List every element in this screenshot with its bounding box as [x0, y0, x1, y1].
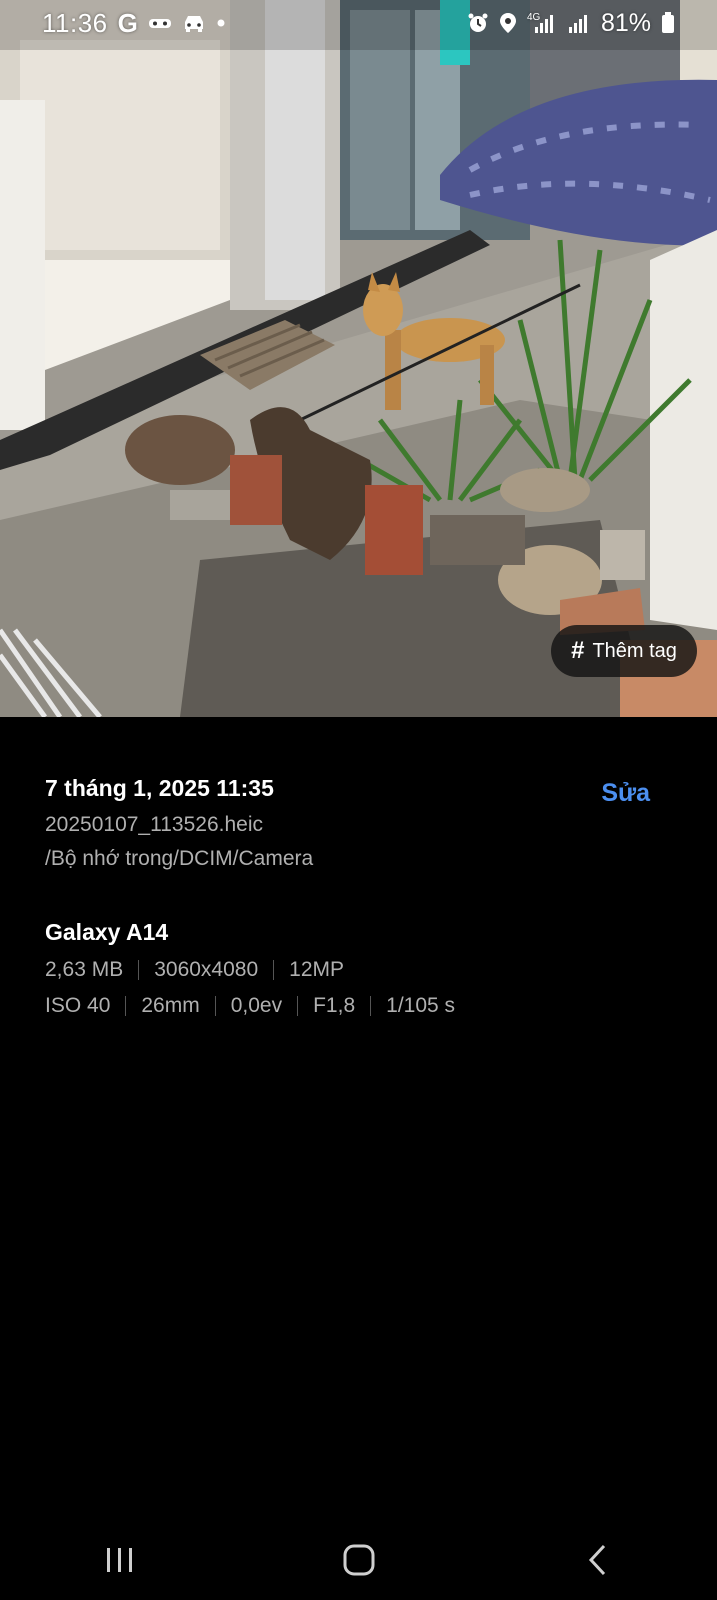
battery-level: 81% — [600, 8, 651, 37]
aperture: F1,8 — [313, 994, 356, 1017]
back-button[interactable] — [558, 1525, 638, 1595]
file-info-row: 2,63 MB 3060x4080 12MP — [45, 958, 675, 982]
file-path: /Bộ nhớ trong/DCIM/Camera — [45, 847, 314, 870]
dot-icon — [216, 18, 226, 28]
status-bar-left: 11:36 G — [42, 8, 226, 39]
iso-value: ISO 40 — [45, 994, 111, 1017]
navigation-bar — [0, 1520, 717, 1600]
status-bar-right: 4G 81% — [467, 9, 675, 38]
location-icon — [499, 12, 517, 34]
status-time: 11:36 — [42, 7, 108, 38]
exposure-row: ISO 40 26mm 0,0ev F1,8 1/105 s — [45, 994, 675, 1018]
exposure-value: 0,0ev — [230, 994, 283, 1017]
google-icon: G — [117, 7, 138, 38]
recents-button[interactable] — [80, 1525, 160, 1595]
network-type: 4G — [527, 12, 541, 23]
back-icon — [588, 1544, 605, 1576]
divider — [273, 960, 275, 980]
edit-button[interactable]: Sửa — [601, 779, 650, 808]
battery-icon — [661, 12, 675, 34]
signal-icon-2 — [567, 11, 591, 35]
divider — [214, 996, 216, 1016]
add-tag-button[interactable]: # Thêm tag — [551, 625, 697, 677]
shutter-speed: 1/105 s — [386, 994, 456, 1017]
status-bar: 11:36 G 4G 81% — [0, 0, 717, 46]
car-icon — [182, 13, 206, 33]
home-button[interactable] — [319, 1525, 399, 1595]
resolution: 3060x4080 — [154, 958, 259, 981]
divider — [138, 960, 140, 980]
device-name: Galaxy A14 — [45, 919, 169, 945]
game-icon — [148, 15, 172, 31]
signal-icon: 4G — [527, 11, 557, 35]
file-name: 20250107_113526.heic — [45, 813, 263, 836]
add-tag-label: Thêm tag — [592, 639, 677, 662]
divider — [125, 996, 127, 1016]
photo-date: 7 tháng 1, 2025 11:35 — [45, 775, 274, 801]
hash-icon: # — [571, 637, 585, 664]
photo-scene — [0, 0, 717, 717]
megapixels: 12MP — [289, 958, 345, 981]
home-icon — [343, 1544, 374, 1576]
alarm-icon — [467, 12, 489, 34]
file-size: 2,63 MB — [45, 958, 124, 981]
photo-image[interactable] — [0, 0, 717, 717]
divider — [370, 996, 372, 1016]
recents-icon — [106, 1548, 132, 1572]
divider — [297, 996, 299, 1016]
focal-length: 26mm — [141, 994, 200, 1017]
photo-details: 7 tháng 1, 2025 11:35 Sửa 20250107_11352… — [45, 775, 675, 1018]
